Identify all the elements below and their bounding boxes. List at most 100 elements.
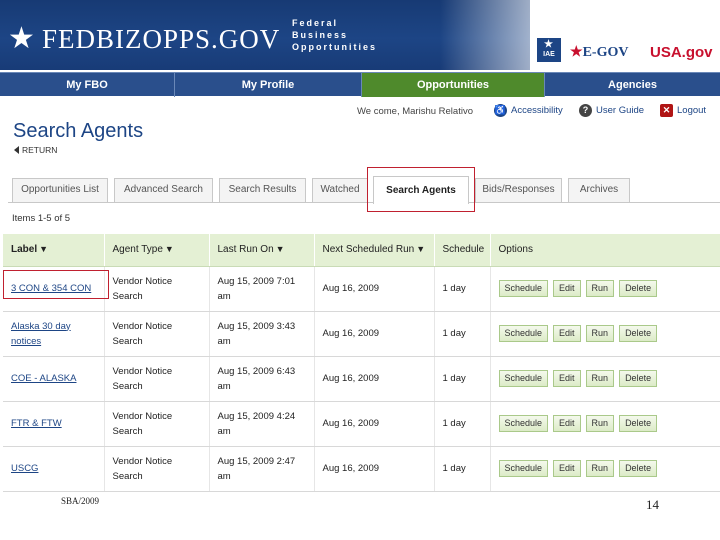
column-header-text: Last Run On (217, 244, 274, 256)
edit-button[interactable]: Edit (553, 280, 581, 297)
cell-next-run: Aug 16, 2009 (314, 446, 435, 492)
user-guide-link[interactable]: ? User Guide (579, 104, 644, 117)
site-header: ★ FEDBIZOPPS.GOV Federal Business Opport… (0, 0, 720, 72)
cell-schedule: 1 day (434, 266, 491, 312)
tab-watched[interactable]: Watched (312, 178, 368, 202)
cell-next-run: Aug 16, 2009 (314, 311, 435, 357)
column-header-text: Agent Type (112, 244, 163, 256)
agent-label-link[interactable]: USCG (11, 463, 38, 474)
table-row: Alaska 30 day notices Vendor Notice Sear… (3, 311, 720, 357)
logo-subtitle-line: Business (292, 30, 349, 40)
run-button[interactable]: Run (585, 370, 615, 387)
tab-search-results[interactable]: Search Results (219, 178, 306, 202)
cell-next-run: Aug 16, 2009 (314, 266, 435, 312)
delete-button[interactable]: Delete (619, 280, 658, 297)
nav-my-fbo[interactable]: My FBO (0, 73, 175, 97)
egov-logo[interactable]: ★E-GOV (570, 44, 628, 61)
logo-subtitle: Federal Business Opportunities (292, 17, 377, 53)
logo-subtitle-line: Federal (292, 18, 339, 28)
column-header-label[interactable]: Label ▼ (3, 234, 105, 267)
search-agents-table: Label ▼ Agent Type ▼ Last Run On ▼ Next Sch… (3, 234, 720, 492)
edit-button[interactable]: Edit (553, 370, 581, 387)
usagov-text-left: USA (650, 44, 682, 61)
accessibility-link[interactable]: ♿ Accessibility (494, 104, 563, 117)
schedule-button[interactable]: Schedule (498, 415, 549, 432)
delete-button[interactable]: Delete (619, 415, 658, 432)
cell-label: FTR & FTW (3, 401, 105, 447)
table-row: COE - ALASKA Vendor Notice Search Aug 15… (3, 356, 720, 402)
column-header-text: Next Scheduled Run (322, 244, 415, 256)
delete-button[interactable]: Delete (619, 460, 658, 477)
options-group: Schedule Edit Run Delete (498, 370, 714, 387)
options-group: Schedule Edit Run Delete (498, 325, 714, 342)
table-row: USCG Vendor Notice Search Aug 15, 2009 2… (3, 446, 720, 492)
agent-label-link[interactable]: Alaska 30 day notices (11, 321, 71, 347)
cell-last-run: Aug 15, 2009 2:47 am (209, 446, 315, 492)
cell-agent-type: Vendor Notice Search (104, 266, 210, 312)
column-header-next-run[interactable]: Next Scheduled Run ▼ (314, 234, 435, 267)
tab-opportunities-list[interactable]: Opportunities List (12, 178, 108, 202)
site-logo[interactable]: FEDBIZOPPS.GOV (42, 24, 280, 54)
cell-agent-type: Vendor Notice Search (104, 311, 210, 357)
cell-options: Schedule Edit Run Delete (490, 446, 720, 492)
sort-arrow-icon: ▼ (164, 244, 174, 255)
star-icon: ★ (8, 22, 35, 55)
schedule-button[interactable]: Schedule (498, 370, 549, 387)
column-header-last-run[interactable]: Last Run On ▼ (209, 234, 315, 267)
table-row: FTR & FTW Vendor Notice Search Aug 15, 2… (3, 401, 720, 447)
delete-button[interactable]: Delete (619, 325, 658, 342)
edit-button[interactable]: Edit (553, 460, 581, 477)
logo-subtitle-line: Opportunities (292, 42, 377, 52)
user-guide-label: User Guide (596, 105, 645, 116)
cell-last-run: Aug 15, 2009 6:43 am (209, 356, 315, 402)
page-title: Search Agents (13, 120, 144, 142)
cell-label: COE - ALASKA (3, 356, 105, 402)
footer-credit: SBA/2009 (61, 496, 100, 506)
cell-next-run: Aug 16, 2009 (314, 356, 435, 402)
delete-button[interactable]: Delete (619, 370, 658, 387)
agent-label-link[interactable]: FTR & FTW (11, 418, 62, 429)
run-button[interactable]: Run (585, 325, 615, 342)
tab-highlight-box (367, 167, 475, 212)
column-header-agent-type[interactable]: Agent Type ▼ (104, 234, 210, 267)
egov-star-icon: ★ (570, 45, 583, 60)
cell-schedule: 1 day (434, 446, 491, 492)
cell-agent-type: Vendor Notice Search (104, 401, 210, 447)
sort-arrow-icon: ▼ (275, 244, 285, 255)
nav-my-profile[interactable]: My Profile (175, 73, 362, 97)
tab-archives[interactable]: Archives (568, 178, 630, 202)
sort-arrow-icon: ▼ (39, 244, 49, 255)
logout-icon: ✕ (660, 104, 673, 117)
return-label: RETURN (22, 145, 58, 155)
run-button[interactable]: Run (585, 280, 615, 297)
tab-advanced-search[interactable]: Advanced Search (114, 178, 213, 202)
accessibility-label: Accessibility (511, 105, 563, 116)
cell-agent-type: Vendor Notice Search (104, 356, 210, 402)
edit-button[interactable]: Edit (553, 325, 581, 342)
iae-logo[interactable]: IAE (537, 28, 561, 62)
edit-button[interactable]: Edit (553, 415, 581, 432)
help-icon: ? (579, 104, 592, 117)
usagov-logo[interactable]: USA.gov (650, 44, 713, 61)
agent-label-link[interactable]: COE - ALASKA (11, 373, 76, 384)
cell-agent-type: Vendor Notice Search (104, 446, 210, 492)
nav-opportunities[interactable]: Opportunities (362, 73, 545, 97)
tab-bids-responses[interactable]: Bids/Responses (475, 178, 562, 202)
cell-schedule: 1 day (434, 401, 491, 447)
label-highlight-box (3, 270, 109, 299)
logout-link[interactable]: ✕ Logout (660, 104, 706, 117)
run-button[interactable]: Run (585, 460, 615, 477)
return-link[interactable]: RETURN (14, 145, 57, 155)
schedule-button[interactable]: Schedule (498, 460, 549, 477)
schedule-button[interactable]: Schedule (498, 280, 549, 297)
cell-schedule: 1 day (434, 356, 491, 402)
cell-options: Schedule Edit Run Delete (490, 266, 720, 312)
back-arrow-icon (14, 146, 19, 154)
run-button[interactable]: Run (585, 415, 615, 432)
schedule-button[interactable]: Schedule (498, 325, 549, 342)
column-header-schedule: Schedule (434, 234, 491, 267)
nav-agencies[interactable]: Agencies (545, 73, 720, 97)
accessibility-icon: ♿ (494, 104, 507, 117)
items-count: Items 1-5 of 5 (12, 213, 71, 224)
options-group: Schedule Edit Run Delete (498, 460, 714, 477)
